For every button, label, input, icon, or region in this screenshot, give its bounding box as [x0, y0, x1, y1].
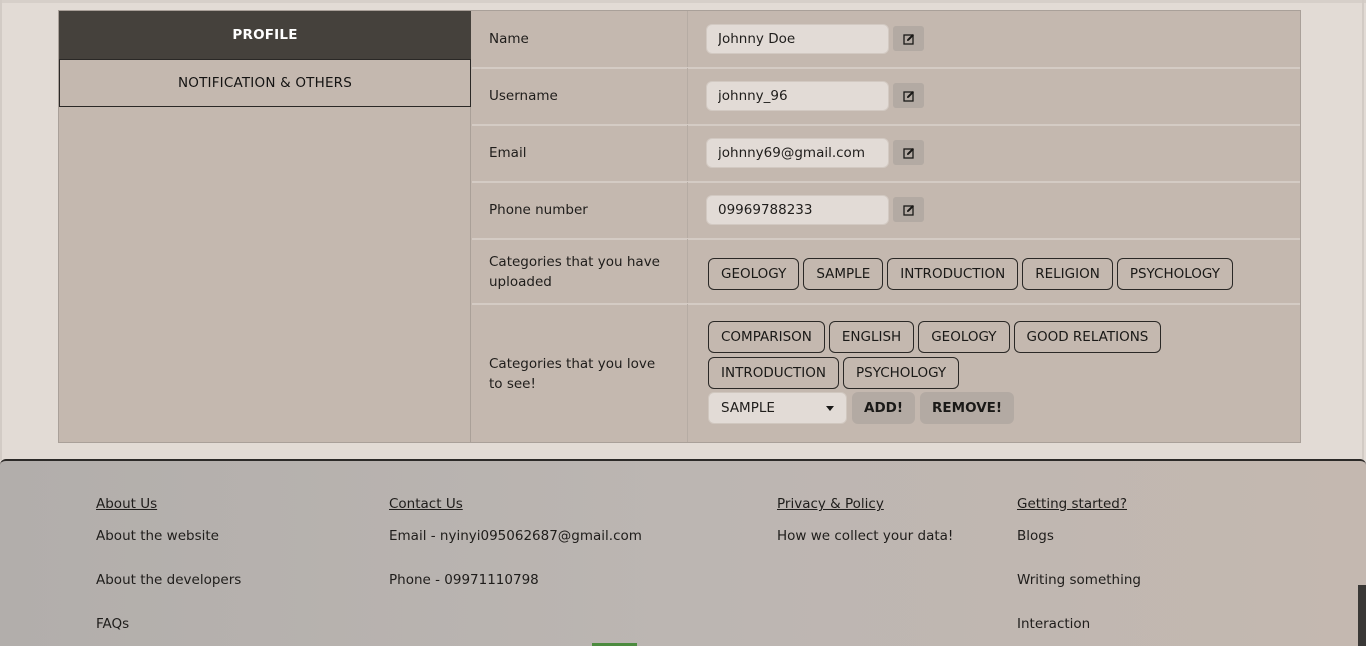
row-divider — [687, 125, 688, 181]
loved-categories-label: Categories that you love to see! — [489, 356, 656, 392]
footer-privacy-heading[interactable]: Privacy & Policy — [777, 496, 884, 512]
uploaded-tag-list: GEOLOGY SAMPLE INTRODUCTION RELIGION PSY… — [708, 258, 1233, 290]
footer-about-column: About Us About the website About the dev… — [96, 496, 241, 632]
scrollbar-thumb[interactable] — [1358, 585, 1366, 646]
footer-link[interactable]: About the website — [96, 528, 219, 544]
footer-link[interactable]: Blogs — [1017, 528, 1054, 544]
footer-link[interactable]: Writing something — [1017, 572, 1141, 588]
tab-profile[interactable]: PROFILE — [59, 11, 471, 59]
uploaded-tag[interactable]: INTRODUCTION — [887, 258, 1019, 290]
footer-link[interactable]: FAQs — [96, 616, 129, 632]
loved-tag[interactable]: GOOD RELATIONS — [1013, 321, 1162, 353]
edit-pencil-icon — [902, 33, 914, 45]
username-label: Username — [489, 88, 558, 104]
loved-categories-row: Categories that you love to see! COMPARI… — [472, 304, 1300, 442]
email-label: Email — [489, 145, 527, 161]
phone-field[interactable] — [706, 195, 889, 225]
uploaded-tag[interactable]: SAMPLE — [803, 258, 884, 290]
loved-tag[interactable]: GEOLOGY — [918, 321, 1010, 353]
footer-contact-email: Email - nyinyi095062687@gmail.com — [389, 528, 642, 544]
edit-pencil-icon — [902, 204, 914, 216]
edit-email-button[interactable] — [893, 140, 924, 165]
footer-started-column: Getting started? Blogs Writing something… — [1017, 496, 1141, 632]
loved-tag[interactable]: ENGLISH — [828, 321, 915, 353]
footer-about-heading[interactable]: About Us — [96, 496, 157, 512]
edit-username-button[interactable] — [893, 83, 924, 108]
edit-name-button[interactable] — [893, 26, 924, 51]
page-top-edge — [0, 0, 1366, 3]
remove-category-button[interactable]: REMOVE! — [920, 392, 1015, 424]
page-right-edge — [1362, 0, 1364, 460]
loved-tag-list: COMPARISON ENGLISH GEOLOGY GOOD RELATION… — [708, 321, 1168, 389]
phone-row: Phone number — [472, 182, 1300, 240]
category-select-value: SAMPLE — [721, 400, 775, 416]
site-footer: About Us About the website About the dev… — [0, 459, 1366, 646]
footer-link[interactable]: Interaction — [1017, 616, 1090, 632]
settings-tabs: PROFILE NOTIFICATION & OTHERS — [59, 11, 471, 442]
uploaded-tag[interactable]: PSYCHOLOGY — [1116, 258, 1233, 290]
footer-contact-heading[interactable]: Contact Us — [389, 496, 463, 512]
loved-tag[interactable]: INTRODUCTION — [708, 357, 839, 389]
email-field[interactable] — [706, 138, 889, 168]
username-field[interactable] — [706, 81, 889, 111]
add-category-button[interactable]: ADD! — [852, 392, 916, 424]
row-divider — [687, 239, 688, 303]
row-divider — [687, 304, 688, 442]
settings-panel: PROFILE NOTIFICATION & OTHERS Name Usern… — [58, 10, 1301, 443]
name-field[interactable] — [706, 24, 889, 54]
uploaded-categories-label: Categories that you have uploaded — [489, 254, 660, 290]
category-select[interactable]: SAMPLE — [708, 392, 847, 424]
caret-down-icon — [826, 405, 834, 411]
footer-link[interactable]: How we collect your data! — [777, 528, 953, 544]
footer-contact-phone: Phone - 09971110798 — [389, 572, 539, 588]
loved-tag[interactable]: COMPARISON — [708, 321, 825, 353]
username-row: Username — [472, 68, 1300, 126]
category-controls: SAMPLE ADD! REMOVE! — [708, 392, 1015, 424]
footer-started-heading[interactable]: Getting started? — [1017, 496, 1127, 512]
edit-pencil-icon — [902, 90, 914, 102]
row-divider — [687, 11, 688, 67]
edit-phone-button[interactable] — [893, 197, 924, 222]
footer-privacy-column: Privacy & Policy How we collect your dat… — [777, 496, 953, 544]
uploaded-categories-row: Categories that you have uploaded GEOLOG… — [472, 239, 1300, 305]
email-row: Email — [472, 125, 1300, 183]
page-left-edge — [0, 0, 2, 460]
loved-tag[interactable]: PSYCHOLOGY — [843, 357, 960, 389]
uploaded-tag[interactable]: GEOLOGY — [708, 258, 800, 290]
phone-label: Phone number — [489, 202, 588, 218]
footer-contact-column: Contact Us Email - nyinyi095062687@gmail… — [389, 496, 642, 588]
tab-notification-others[interactable]: NOTIFICATION & OTHERS — [59, 59, 471, 107]
row-divider — [687, 68, 688, 124]
uploaded-tag[interactable]: RELIGION — [1022, 258, 1113, 290]
footer-link[interactable]: About the developers — [96, 572, 241, 588]
row-divider — [687, 182, 688, 238]
name-row: Name — [472, 11, 1300, 69]
edit-pencil-icon — [902, 147, 914, 159]
name-label: Name — [489, 31, 529, 47]
